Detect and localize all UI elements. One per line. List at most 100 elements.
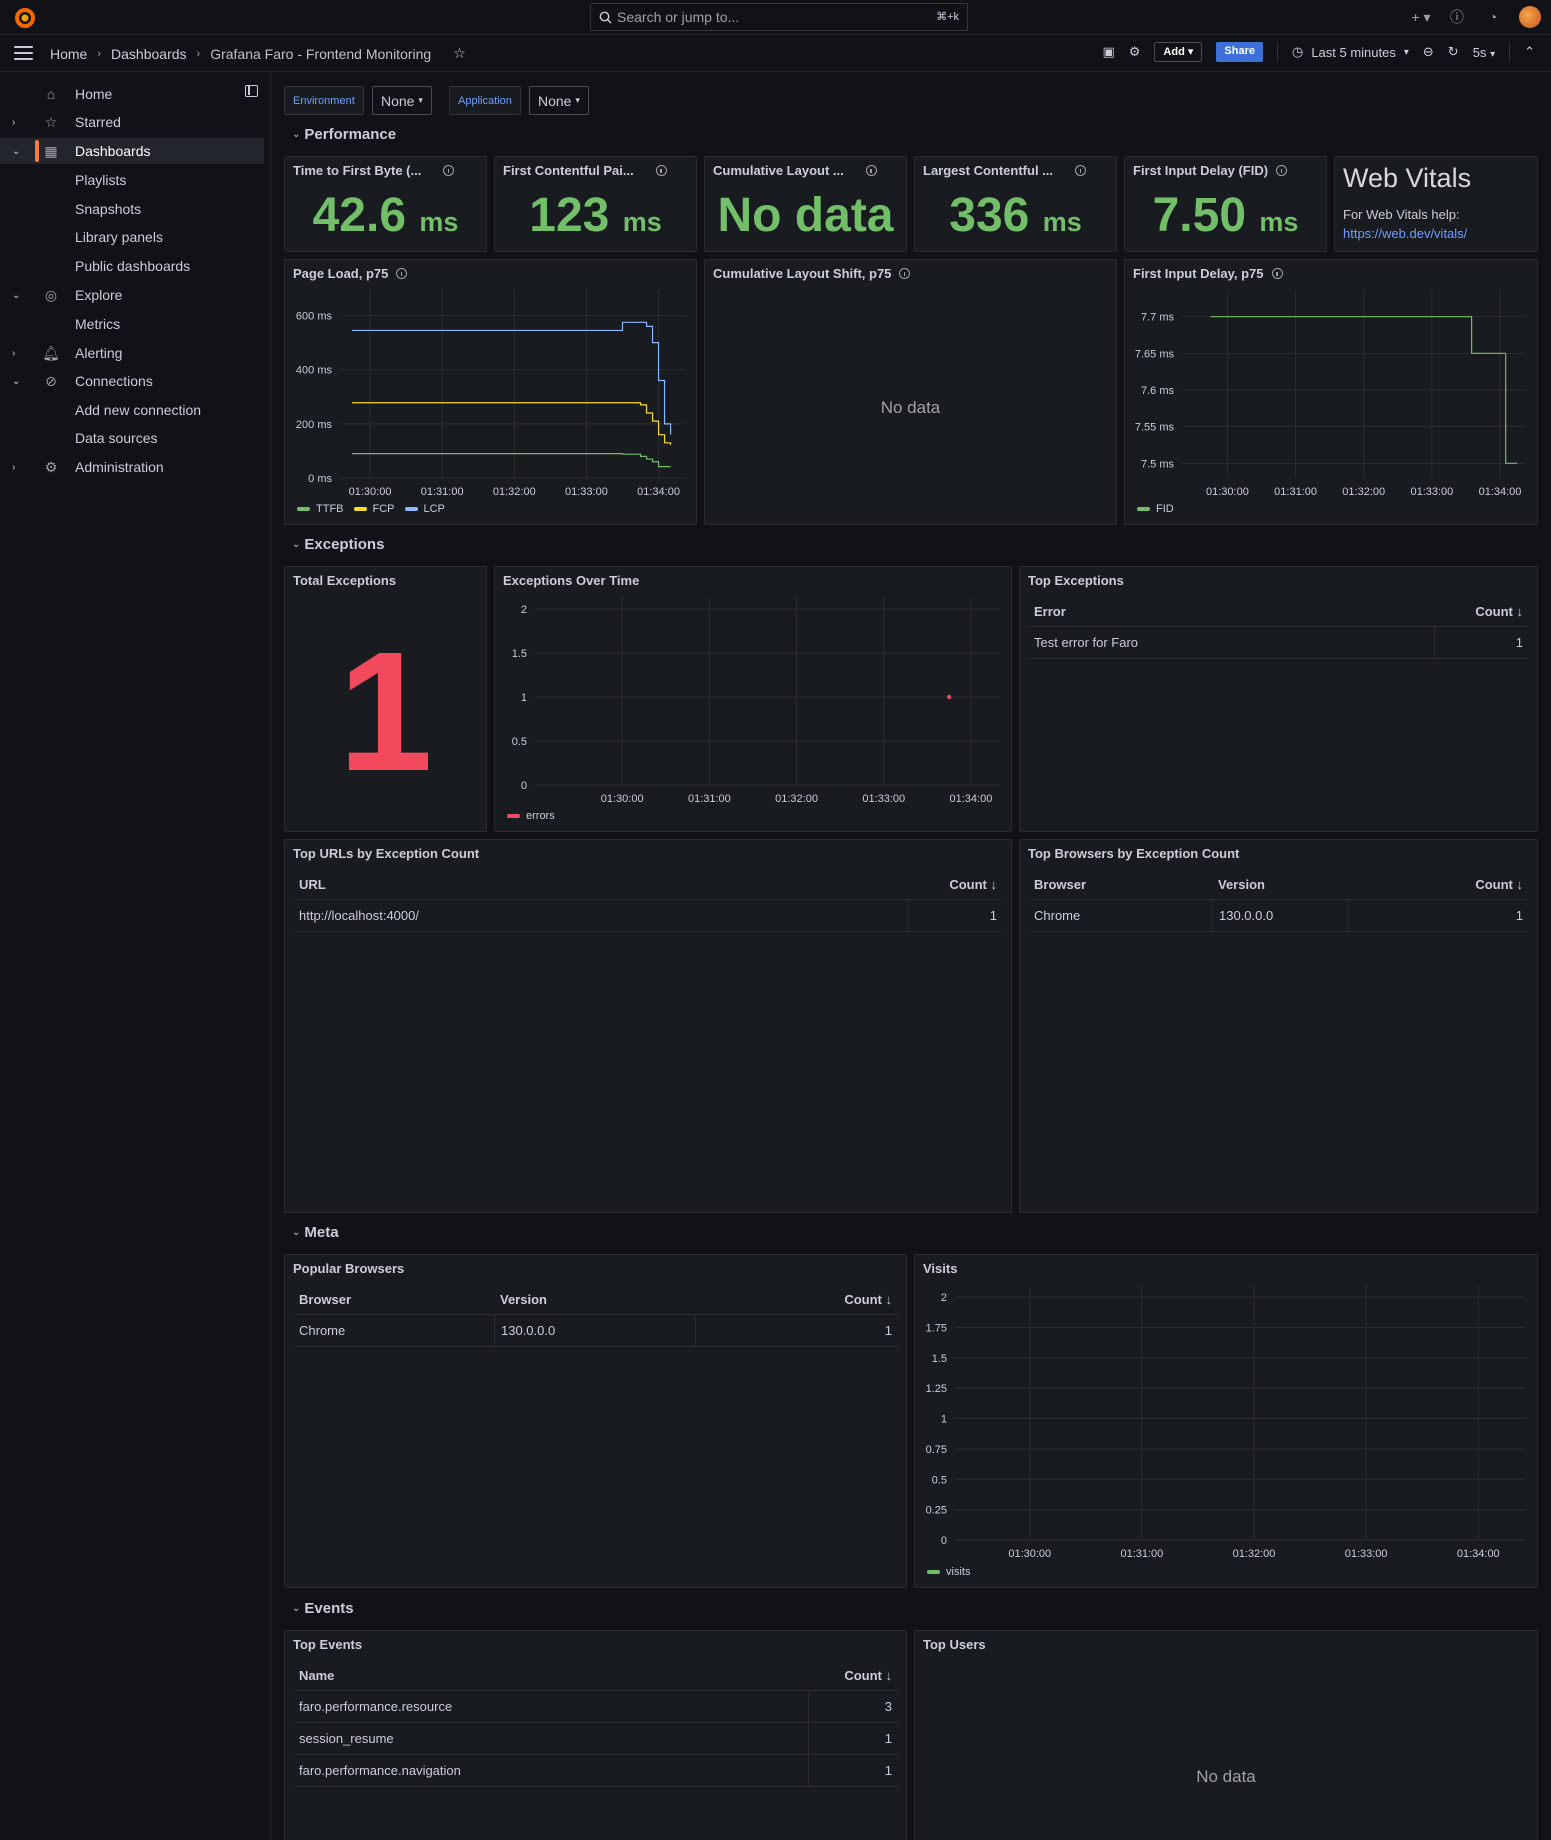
table-row[interactable]: faro.performance.resource 3 bbox=[293, 1691, 898, 1723]
sidebar-item-home[interactable]: ⌂ Home bbox=[0, 81, 264, 107]
variable-environment-select[interactable]: None ▾ bbox=[372, 86, 432, 115]
panel-title: Cumulative Layout Shift, p75 bbox=[713, 266, 892, 281]
info-icon[interactable] bbox=[655, 165, 667, 176]
chevron-down-icon[interactable]: ⌄ bbox=[12, 290, 20, 301]
sidebar-item-label: Add new connection bbox=[75, 402, 202, 418]
web-vitals-title: Web Vitals bbox=[1343, 163, 1472, 193]
column-header-count[interactable]: Count ↓ bbox=[1434, 597, 1529, 626]
sidebar-item-connections[interactable]: ⌄ ⊘ Connections bbox=[0, 368, 264, 394]
column-header-count[interactable]: Count ↓ bbox=[908, 870, 1003, 899]
no-data-text: No data bbox=[880, 398, 941, 417]
sidebar-item-starred[interactable]: › ☆ Starred bbox=[0, 109, 264, 135]
breadcrumb-home[interactable]: Home bbox=[50, 46, 87, 62]
time-range-label: Last 5 minutes bbox=[1311, 44, 1396, 60]
chevron-up-icon[interactable]: ⌃ bbox=[1524, 44, 1535, 60]
sidebar-item-explore[interactable]: ⌄ ◎ Explore bbox=[0, 282, 264, 308]
sidebar-item-label: Public dashboards bbox=[75, 258, 191, 274]
zoom-out-icon[interactable]: ⊖ bbox=[1423, 44, 1434, 60]
column-header-count[interactable]: Count ↓ bbox=[808, 1661, 898, 1690]
table-row[interactable]: Chrome 130.0.0.0 1 bbox=[293, 1315, 898, 1347]
y-tick-label: 1 bbox=[941, 1414, 947, 1426]
legend: FID bbox=[1137, 503, 1174, 515]
chevron-right-icon[interactable]: › bbox=[12, 462, 15, 473]
chevron-right-icon[interactable]: › bbox=[12, 348, 15, 359]
avatar[interactable] bbox=[1519, 6, 1541, 28]
chevron-down-icon[interactable]: ⌄ bbox=[12, 146, 20, 157]
breadcrumb: Home › Dashboards › Grafana Faro - Front… bbox=[50, 45, 466, 62]
legend-item-visits[interactable]: visits bbox=[927, 1566, 970, 1578]
column-header-count[interactable]: Count ↓ bbox=[1347, 870, 1529, 899]
share-button[interactable]: Share bbox=[1216, 42, 1263, 62]
add-button[interactable]: Add ▾ bbox=[1154, 42, 1203, 62]
panel-title: Top Browsers by Exception Count bbox=[1028, 846, 1240, 861]
table-cell: Test error for Faro bbox=[1034, 635, 1139, 650]
x-tick-label: 01:34:00 bbox=[950, 793, 993, 805]
column-header-version[interactable]: Version bbox=[1212, 870, 1347, 899]
table-row[interactable]: faro.performance.navigation 1 bbox=[293, 1755, 898, 1787]
visits-chart: 0 0.25 0.5 0.75 1 1.25 1.5 1.75 2 01:30:00 01:31:0… bbox=[926, 1285, 1525, 1560]
legend-item-fcp[interactable]: FCP bbox=[353, 503, 395, 515]
plus-icon[interactable]: + ▾ bbox=[1411, 7, 1431, 27]
star-icon[interactable]: ☆ bbox=[453, 45, 466, 62]
top-exceptions-table: Error Count ↓ Test error for Faro 1 bbox=[1028, 597, 1529, 659]
sidebar-item-data-sources[interactable]: Data sources bbox=[0, 425, 264, 451]
panel-title: First Input Delay (FID) bbox=[1133, 163, 1269, 178]
sidebar-item-alerting[interactable]: › 🔔︎ Alerting bbox=[0, 340, 264, 366]
breadcrumb-dashboards[interactable]: Dashboards bbox=[111, 46, 187, 62]
table-row[interactable]: http://localhost:4000/ 1 bbox=[293, 900, 1003, 932]
info-icon[interactable] bbox=[1276, 165, 1288, 176]
column-header-count[interactable]: Count ↓ bbox=[695, 1285, 898, 1314]
refresh-interval-picker[interactable]: 5s ▾ bbox=[1473, 45, 1495, 60]
refresh-icon[interactable]: ↻ bbox=[1448, 44, 1459, 60]
legend-item-fid[interactable]: FID bbox=[1137, 503, 1174, 515]
legend-item-lcp[interactable]: LCP bbox=[404, 503, 445, 515]
column-header-url[interactable]: URL bbox=[293, 870, 908, 899]
variable-application-select[interactable]: None ▾ bbox=[529, 86, 589, 115]
row-meta[interactable]: ⌄ Meta bbox=[292, 1224, 339, 1241]
sidebar-item-snapshots[interactable]: Snapshots bbox=[0, 196, 264, 222]
sidebar-item-dashboards[interactable]: ⌄ ▦ Dashboards bbox=[0, 138, 264, 164]
search-input[interactable]: Search or jump to... ⌘+k bbox=[590, 3, 968, 31]
panel-exceptions-over-time: Exceptions Over Time 0 0.5 1 1.5 2 01:30:00 01… bbox=[494, 566, 1012, 832]
sort-down-icon: ↓ bbox=[885, 1668, 893, 1683]
panel-lcp: Largest Contentful ... 336 ms bbox=[914, 156, 1117, 252]
column-header-name[interactable]: Name bbox=[293, 1661, 808, 1690]
info-icon[interactable] bbox=[1075, 165, 1086, 176]
x-tick-label: 01:34:00 bbox=[637, 486, 680, 498]
rss-icon[interactable]: ◔ bbox=[1483, 7, 1503, 27]
sort-down-icon: ↓ bbox=[1516, 604, 1524, 619]
row-exceptions[interactable]: ⌄ Exceptions bbox=[292, 536, 384, 553]
save-icon[interactable]: ▣ bbox=[1102, 44, 1114, 60]
time-range-picker[interactable]: ◷ Last 5 minutes ▾ bbox=[1292, 44, 1409, 60]
sidebar-item-public-dashboards[interactable]: Public dashboards bbox=[0, 253, 264, 279]
column-header-browser[interactable]: Browser bbox=[1028, 870, 1212, 899]
grafana-logo-icon[interactable] bbox=[14, 7, 36, 29]
panel-top-browsers: Top Browsers by Exception Count Browser … bbox=[1019, 839, 1538, 1213]
info-icon[interactable] bbox=[899, 268, 911, 279]
sidebar-item-metrics[interactable]: Metrics bbox=[0, 311, 264, 337]
panel-top-events: Top Events Name Count ↓ faro.performance… bbox=[284, 1630, 907, 1840]
column-header-browser[interactable]: Browser bbox=[293, 1285, 494, 1314]
chevron-down-icon[interactable]: ⌄ bbox=[12, 376, 20, 387]
gear-icon[interactable]: ⚙ bbox=[1129, 44, 1141, 60]
table-row[interactable]: Chrome 130.0.0.0 1 bbox=[1028, 900, 1529, 932]
table-row[interactable]: session_resume 1 bbox=[293, 1723, 898, 1755]
legend-item-ttfb[interactable]: TTFB bbox=[297, 503, 344, 515]
sidebar-item-playlists[interactable]: Playlists bbox=[0, 167, 264, 193]
sidebar-item-administration[interactable]: › ⚙ Administration bbox=[0, 454, 264, 480]
help-icon[interactable]: ⓘ bbox=[1447, 7, 1467, 27]
row-performance[interactable]: ⌄ Performance bbox=[292, 126, 396, 143]
legend-item-errors[interactable]: errors bbox=[507, 810, 555, 822]
sidebar-item-library-panels[interactable]: Library panels bbox=[0, 224, 264, 250]
column-header-error[interactable]: Error bbox=[1028, 597, 1434, 626]
info-icon[interactable] bbox=[443, 165, 455, 176]
menu-icon[interactable] bbox=[14, 46, 33, 60]
row-events[interactable]: ⌄ Events bbox=[292, 1600, 354, 1617]
table-row[interactable]: Test error for Faro 1 bbox=[1028, 627, 1529, 659]
column-header-version[interactable]: Version bbox=[494, 1285, 695, 1314]
chevron-right-icon[interactable]: › bbox=[12, 117, 15, 128]
web-vitals-link[interactable]: https://web.dev/vitals/ bbox=[1343, 226, 1467, 241]
panel-top-urls: Top URLs by Exception Count URL Count ↓ … bbox=[284, 839, 1012, 1213]
sidebar-item-add-new-connection[interactable]: Add new connection bbox=[0, 397, 264, 423]
info-icon[interactable] bbox=[865, 165, 877, 176]
